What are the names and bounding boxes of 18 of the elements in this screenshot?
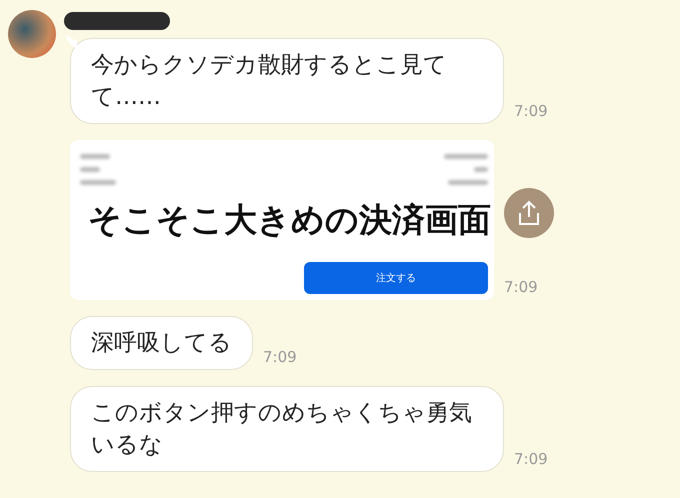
message-time: 7:09 [514,102,548,120]
bubble-tail [63,35,77,51]
message-time: 7:09 [263,348,297,366]
blurred-text [80,167,100,172]
caption-text: そこそこ大きめの決済画面 [88,199,491,241]
blurred-text [474,167,488,172]
blurred-text [80,180,116,185]
avatar[interactable] [8,10,56,58]
message-bubble: このボタン押すのめちゃくちゃ勇気いるな [70,386,504,472]
share-button[interactable] [504,188,554,238]
share-icon [517,200,541,226]
blurred-text [444,154,488,159]
message-bubble: 深呼吸してる [70,316,253,370]
blurred-text [448,180,488,185]
message-time: 7:09 [504,278,538,296]
order-button[interactable]: 注文する [304,262,488,294]
blurred-text [80,154,110,159]
message-time: 7:09 [514,450,548,468]
